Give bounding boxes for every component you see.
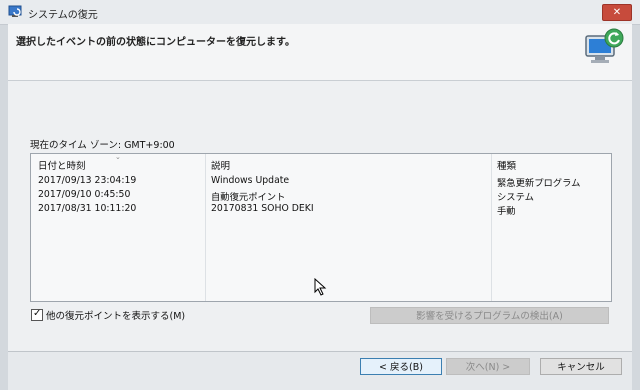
row-datetime: 2017/09/13 23:04:19 (38, 175, 137, 186)
system-restore-app-icon (8, 5, 22, 17)
row-type: システム (497, 192, 534, 203)
row-datetime: 2017/09/10 0:45:50 (38, 189, 131, 200)
timezone-label: 現在のタイム ゾーン: GMT+9:00 (30, 140, 175, 151)
title-bar: システムの復元 ✕ (0, 0, 640, 25)
row-type: 緊急更新プログラム (497, 178, 581, 189)
next-button[interactable]: 次へ(N) > (446, 358, 530, 375)
scan-affected-programs-button[interactable]: 影響を受けるプログラムの検出(A) (370, 307, 609, 324)
row-datetime: 2017/08/31 10:11:20 (38, 203, 137, 214)
row-description: 自動復元ポイント (211, 192, 286, 203)
table-row[interactable]: 2017/09/13 23:04:19 Windows Update 緊急更新プ… (31, 174, 611, 189)
table-row[interactable]: 2017/08/31 10:11:20 20170831 SOHO DEKI 手… (31, 202, 611, 217)
instruction-text: 選択したイベントの前の状態にコンピューターを復元します。 (16, 37, 295, 48)
window-title: システムの復元 (28, 10, 98, 21)
checkmark-icon: ✓ (33, 308, 42, 319)
system-restore-monitor-icon (585, 28, 624, 63)
column-header-type[interactable]: 種類 (497, 158, 516, 172)
close-button[interactable]: ✕ (602, 4, 632, 21)
column-header-datetime[interactable]: 日付と時刻 (38, 158, 86, 172)
table-row[interactable]: 2017/09/10 0:45:50 自動復元ポイント システム (31, 188, 611, 203)
column-header-description[interactable]: 説明 (211, 158, 230, 172)
show-more-label: 他の復元ポイントを表示する(M) (46, 311, 186, 322)
footer-bar (8, 352, 632, 390)
wizard-header: 選択したイベントの前の状態にコンピューターを復元します。 (8, 24, 632, 81)
row-type: 手動 (497, 206, 516, 217)
row-description: 20170831 SOHO DEKI (211, 203, 314, 214)
close-icon: ✕ (612, 7, 622, 18)
show-more-checkbox[interactable]: ✓ (31, 308, 43, 321)
back-button[interactable]: < 戻る(B) (360, 358, 442, 375)
cancel-button[interactable]: キャンセル (540, 358, 622, 375)
mouse-pointer-icon (314, 278, 327, 296)
sort-down-icon: ⌄ (115, 153, 121, 161)
row-description: Windows Update (211, 175, 290, 186)
